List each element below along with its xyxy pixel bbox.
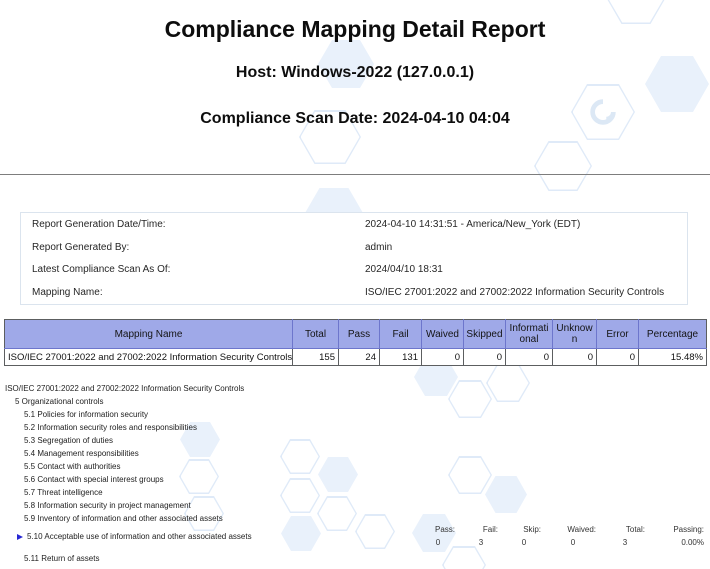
tree-item[interactable]: 5.11 Return of assets (0, 552, 710, 565)
stat-value: 0.00% (681, 538, 704, 547)
cell-skipped: 0 (463, 348, 506, 366)
mapping-summary-table: Mapping Name Total Pass Fail Waived Skip… (4, 319, 707, 366)
stat-value: 0 (435, 538, 441, 547)
column-header-informational: Informational (505, 319, 553, 349)
stat-pass: Pass: 0 (421, 523, 455, 549)
tree-item[interactable]: 5.8 Information security in project mana… (0, 499, 710, 512)
tree-item[interactable]: 5.6 Contact with special interest groups (0, 473, 710, 486)
info-value: 2024-04-10 14:31:51 - America/New_York (… (365, 218, 581, 230)
info-value: 2024/04/10 18:31 (365, 264, 443, 276)
report-title: Compliance Mapping Detail Report (164, 16, 546, 42)
hexagon-watermark (534, 141, 592, 191)
stat-value: 0 (521, 538, 527, 547)
cell-total: 155 (292, 348, 339, 366)
cell-error: 0 (596, 348, 639, 366)
stat-label: Fail: (482, 525, 498, 534)
column-header-error: Error (596, 319, 639, 349)
stat-passing: Passing: 0.00% (654, 523, 704, 549)
stat-label: Total: (625, 525, 645, 534)
stat-value: 3 (478, 538, 484, 547)
tree-item[interactable]: 5.3 Segregation of duties (0, 434, 710, 447)
stat-label: Waived: (567, 525, 596, 534)
cell-informational: 0 (505, 348, 553, 366)
column-header-total: Total (292, 319, 339, 349)
expanded-item-stats: Pass: 0 Fail: 3 Skip: 0 Waived: 0 Total:… (421, 523, 704, 549)
tree-item[interactable]: 5.5 Contact with authorities (0, 460, 710, 473)
tree-item[interactable]: 5.1 Policies for information security (0, 408, 710, 421)
info-row: Mapping Name: ISO/IEC 27001:2022 and 270… (21, 281, 687, 304)
column-header-fail: Fail (379, 319, 422, 349)
tree-item[interactable]: 5.4 Management responsibilities (0, 447, 710, 460)
info-row: Report Generation Date/Time: 2024-04-10 … (21, 213, 687, 236)
section-divider (0, 174, 710, 175)
tree-item[interactable]: 5.2 Information security roles and respo… (0, 421, 710, 434)
column-header-skipped: Skipped (463, 319, 506, 349)
info-label: Report Generation Date/Time: (32, 218, 166, 230)
report-page: Compliance Mapping Detail Report Host: W… (0, 0, 710, 569)
cell-waived: 0 (421, 348, 464, 366)
tree-item[interactable]: 5.7 Threat intelligence (0, 486, 710, 499)
stat-fail: Fail: 3 (464, 523, 498, 549)
scan-date-line: Compliance Scan Date: 2024-04-10 04:04 (200, 110, 510, 127)
stat-label: Skip: (523, 525, 541, 534)
expanded-arrow-icon[interactable] (17, 533, 23, 540)
stat-skip: Skip: 0 (507, 523, 541, 549)
info-value: admin (365, 241, 393, 253)
cell-percentage: 15.48% (638, 348, 707, 366)
column-header-pass: Pass (338, 319, 380, 349)
info-label: Report Generated By: (32, 241, 130, 253)
info-label: Latest Compliance Scan As Of: (32, 264, 171, 276)
cell-pass: 24 (338, 348, 380, 366)
tree-root[interactable]: ISO/IEC 27001:2022 and 27002:2022 Inform… (0, 382, 710, 395)
host-line: Host: Windows-2022 (127.0.0.1) (235, 64, 475, 81)
info-label: Mapping Name: (32, 286, 103, 298)
summary-header-row: Mapping Name Total Pass Fail Waived Skip… (4, 319, 707, 349)
cell-mapping-name: ISO/IEC 27001:2022 and 27002:2022 Inform… (4, 348, 293, 366)
cell-fail: 131 (379, 348, 422, 366)
stat-value: 3 (622, 538, 628, 547)
column-header-waived: Waived (421, 319, 464, 349)
stat-label: Pass: (434, 525, 455, 534)
summary-data-row: ISO/IEC 27001:2022 and 27002:2022 Inform… (4, 348, 707, 366)
stat-value: 0 (570, 538, 576, 547)
tree-item-label: 5.10 Acceptable use of information and o… (27, 532, 252, 541)
info-row: Report Generated By: admin (21, 236, 687, 259)
report-info-panel: Report Generation Date/Time: 2024-04-10 … (20, 212, 688, 305)
column-header-unknown: Unknown (552, 319, 597, 349)
tree-section[interactable]: 5 Organizational controls (0, 395, 710, 408)
stat-label: Passing: (673, 525, 704, 534)
stat-total: Total: 3 (605, 523, 645, 549)
column-header-percentage: Percentage (638, 319, 707, 349)
stat-waived: Waived: 0 (550, 523, 596, 549)
info-row: Latest Compliance Scan As Of: 2024/04/10… (21, 258, 687, 281)
cell-unknown: 0 (552, 348, 597, 366)
info-value: ISO/IEC 27001:2022 and 27002:2022 Inform… (365, 286, 665, 298)
column-header-mapping-name: Mapping Name (4, 319, 293, 349)
